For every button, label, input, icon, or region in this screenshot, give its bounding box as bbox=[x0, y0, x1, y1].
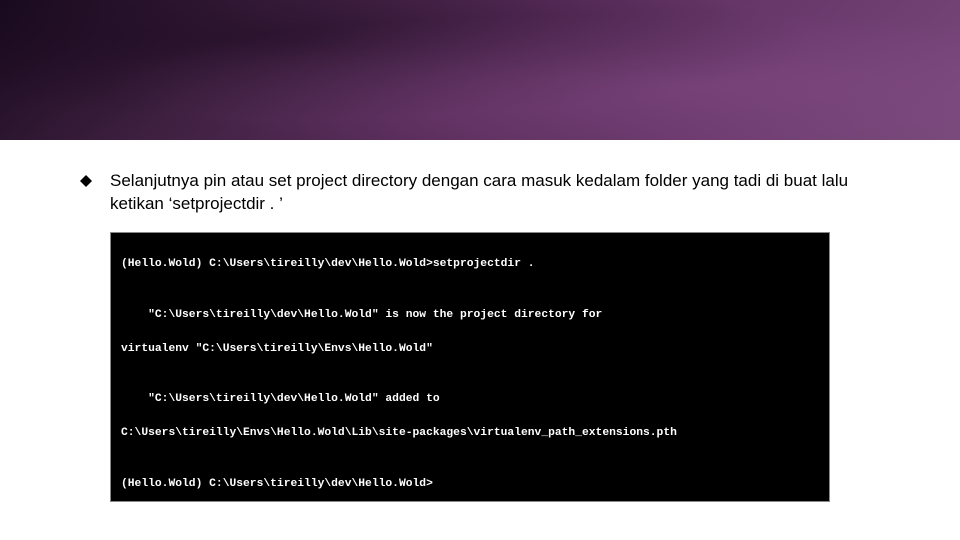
terminal-line: "C:\Users\tireilly\dev\Hello.Wold" is no… bbox=[121, 307, 819, 324]
slide-content: Selanjutnya pin atau set project directo… bbox=[0, 140, 960, 502]
terminal-output: (Hello.Wold) C:\Users\tireilly\dev\Hello… bbox=[110, 232, 830, 502]
terminal-line: (Hello.Wold) C:\Users\tireilly\dev\Hello… bbox=[121, 476, 819, 493]
terminal-line: "C:\Users\tireilly\dev\Hello.Wold" added… bbox=[121, 391, 819, 408]
terminal-line: C:\Users\tireilly\Envs\Hello.Wold\Lib\si… bbox=[121, 425, 819, 442]
terminal-line: virtualenv "C:\Users\tireilly\Envs\Hello… bbox=[121, 341, 819, 358]
terminal-line: (Hello.Wold) C:\Users\tireilly\dev\Hello… bbox=[121, 256, 819, 273]
bullet-item: Selanjutnya pin atau set project directo… bbox=[80, 170, 900, 216]
bullet-text: Selanjutnya pin atau set project directo… bbox=[110, 170, 900, 216]
diamond-bullet-icon bbox=[80, 174, 92, 192]
header-band bbox=[0, 0, 960, 140]
